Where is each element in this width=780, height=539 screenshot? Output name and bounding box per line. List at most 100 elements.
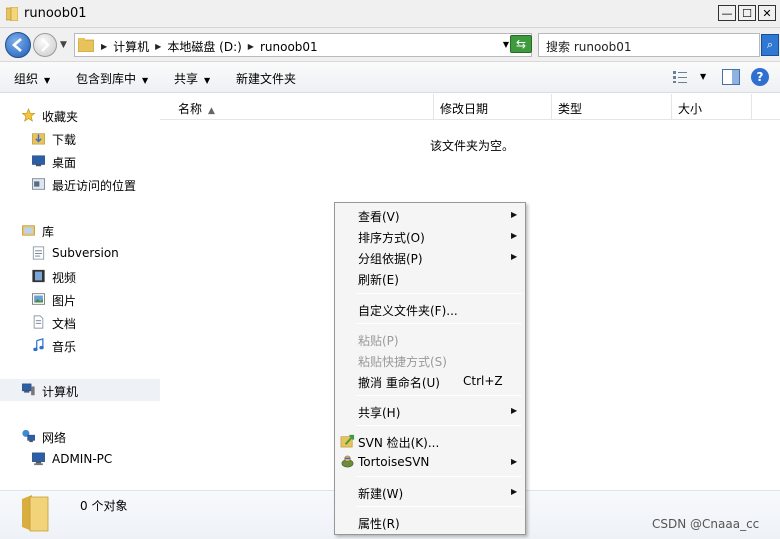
new-folder-button[interactable]: 新建文件夹 bbox=[236, 70, 296, 87]
submenu-arrow-icon: ▶ bbox=[511, 210, 518, 219]
folder-icon bbox=[78, 38, 94, 52]
sidebar-item-videos[interactable]: 视频 bbox=[0, 265, 160, 287]
share-button[interactable]: 共享 ▼ bbox=[174, 70, 210, 87]
address-bar: ▼ ▶ 计算机 ▶ 本地磁盘 (D:) ▶ runoob01 ▼ ⇆ 搜索 ru… bbox=[0, 28, 780, 62]
search-button[interactable]: ⌕ bbox=[761, 34, 779, 56]
svn-checkout-icon bbox=[340, 434, 355, 448]
sidebar-item-recent[interactable]: 最近访问的位置 bbox=[0, 173, 160, 195]
breadcrumb-folder[interactable]: runoob01 bbox=[260, 40, 318, 54]
menu-label: 分组依据(P) bbox=[358, 252, 423, 266]
sidebar-item-libraries[interactable]: 库 bbox=[0, 219, 160, 241]
breadcrumb-drive[interactable]: 本地磁盘 (D:) bbox=[167, 38, 241, 55]
star-icon bbox=[21, 108, 36, 122]
column-label: 名称 bbox=[178, 102, 203, 116]
folder-icon bbox=[22, 495, 49, 532]
menu-label: SVN 检出(K)... bbox=[358, 436, 440, 450]
menu-item-group-by[interactable]: 分组依据(P) ▶ bbox=[335, 246, 525, 267]
desktop-icon bbox=[32, 155, 45, 167]
menu-label: 属性(R) bbox=[358, 517, 400, 531]
search-icon: ⌕ bbox=[766, 38, 774, 51]
sidebar-label: ADMIN-PC bbox=[52, 452, 113, 466]
sidebar-label: 桌面 bbox=[52, 156, 77, 170]
menu-label: TortoiseSVN bbox=[358, 455, 430, 469]
sidebar-item-downloads[interactable]: 下载 bbox=[0, 127, 160, 149]
menu-item-paste-shortcut: 粘贴快捷方式(S) bbox=[335, 349, 525, 370]
arrow-left-icon bbox=[12, 38, 22, 52]
menu-item-sort-by[interactable]: 排序方式(O) ▶ bbox=[335, 225, 525, 246]
chevron-icon[interactable]: ▶ bbox=[101, 42, 107, 51]
sidebar-item-computer[interactable]: 计算机 bbox=[0, 379, 160, 401]
sidebar-item-subversion[interactable]: Subversion bbox=[0, 242, 160, 264]
address-dropdown-icon[interactable]: ▼ bbox=[503, 40, 509, 49]
folder-icon bbox=[6, 7, 18, 21]
sidebar-label: 文档 bbox=[52, 317, 77, 331]
search-input[interactable]: 搜索 runoob01 bbox=[538, 33, 760, 57]
forward-button[interactable] bbox=[33, 33, 57, 57]
navigation-pane: 收藏夹 下载 桌面 最近访问的位置 库 Subversion 视频 图片 文档 … bbox=[0, 94, 160, 490]
menu-item-share[interactable]: 共享(H) ▶ bbox=[335, 400, 525, 421]
breadcrumb-computer[interactable]: 计算机 bbox=[113, 38, 149, 55]
close-button[interactable]: ✕ bbox=[758, 5, 776, 21]
chevron-icon[interactable]: ▶ bbox=[248, 42, 254, 51]
column-header-size[interactable]: 大小 bbox=[672, 94, 752, 120]
sidebar-label: 最近访问的位置 bbox=[52, 179, 137, 193]
column-header-modified[interactable]: 修改日期 bbox=[434, 94, 552, 120]
column-header-type[interactable]: 类型 bbox=[552, 94, 672, 120]
sidebar-item-network[interactable]: 网络 bbox=[0, 425, 160, 447]
sidebar-label: Subversion bbox=[52, 246, 119, 260]
sidebar-item-desktop[interactable]: 桌面 bbox=[0, 150, 160, 172]
menu-item-refresh[interactable]: 刷新(E) bbox=[335, 267, 525, 288]
share-label: 共享 bbox=[174, 72, 199, 86]
view-dropdown-icon[interactable]: ▼ bbox=[700, 72, 706, 81]
computer-icon bbox=[32, 452, 45, 466]
view-options-icon[interactable] bbox=[672, 70, 688, 84]
sidebar-item-admin-pc[interactable]: ADMIN-PC bbox=[0, 448, 160, 470]
menu-item-new[interactable]: 新建(W) ▶ bbox=[335, 481, 525, 502]
menu-item-view[interactable]: 查看(V) ▶ bbox=[335, 204, 525, 225]
organize-label: 组织 bbox=[14, 72, 39, 86]
organize-button[interactable]: 组织 ▼ bbox=[14, 70, 50, 87]
menu-item-svn-checkout[interactable]: SVN 检出(K)... bbox=[335, 430, 525, 451]
preview-pane-icon[interactable] bbox=[722, 69, 740, 85]
sidebar-item-music[interactable]: 音乐 bbox=[0, 334, 160, 356]
maximize-button[interactable]: ☐ bbox=[738, 5, 756, 21]
video-icon bbox=[32, 269, 45, 283]
help-icon[interactable]: ? bbox=[751, 68, 769, 86]
include-library-label: 包含到库中 bbox=[76, 72, 137, 86]
menu-separator bbox=[356, 293, 522, 294]
submenu-arrow-icon: ▶ bbox=[511, 252, 518, 261]
menu-shortcut: Ctrl+Z bbox=[463, 374, 503, 388]
menu-label: 粘贴快捷方式(S) bbox=[358, 355, 447, 369]
sidebar-item-documents[interactable]: 文档 bbox=[0, 311, 160, 333]
menu-item-undo-rename[interactable]: 撤消 重命名(U) Ctrl+Z bbox=[335, 370, 525, 391]
include-library-button[interactable]: 包含到库中 ▼ bbox=[76, 70, 148, 87]
menu-label: 排序方式(O) bbox=[358, 231, 425, 245]
recent-places-icon bbox=[32, 178, 45, 190]
refresh-icon: ⇆ bbox=[515, 37, 527, 51]
minimize-button[interactable]: — bbox=[718, 5, 736, 21]
sidebar-label: 下载 bbox=[52, 133, 77, 147]
picture-icon bbox=[32, 293, 45, 305]
history-dropdown-icon[interactable]: ▼ bbox=[60, 40, 67, 50]
sidebar-label: 收藏夹 bbox=[42, 110, 79, 124]
menu-label: 查看(V) bbox=[358, 210, 400, 224]
refresh-button[interactable]: ⇆ bbox=[510, 35, 532, 53]
menu-item-customize-folder[interactable]: 自定义文件夹(F)... bbox=[335, 298, 525, 319]
chevron-icon[interactable]: ▶ bbox=[155, 42, 161, 51]
watermark: CSDN @Cnaaa_cc bbox=[652, 517, 760, 531]
menu-item-properties[interactable]: 属性(R) bbox=[335, 511, 525, 532]
sidebar-label: 音乐 bbox=[52, 340, 77, 354]
arrow-right-icon bbox=[41, 38, 50, 52]
download-folder-icon bbox=[32, 133, 45, 145]
menu-separator bbox=[356, 425, 522, 426]
breadcrumb[interactable]: ▶ 计算机 ▶ 本地磁盘 (D:) ▶ runoob01 ▼ bbox=[74, 33, 532, 57]
column-header-name[interactable]: 名称 ▲ bbox=[160, 94, 434, 120]
submenu-arrow-icon: ▶ bbox=[511, 457, 518, 466]
back-button[interactable] bbox=[5, 32, 31, 58]
sidebar-item-favorites[interactable]: 收藏夹 bbox=[0, 104, 160, 126]
sidebar-item-pictures[interactable]: 图片 bbox=[0, 288, 160, 310]
menu-item-tortoisesvn[interactable]: TortoiseSVN ▶ bbox=[335, 451, 525, 472]
chevron-down-icon: ▼ bbox=[142, 76, 149, 85]
sidebar-label: 库 bbox=[42, 225, 55, 239]
sidebar-label: 计算机 bbox=[42, 385, 79, 399]
